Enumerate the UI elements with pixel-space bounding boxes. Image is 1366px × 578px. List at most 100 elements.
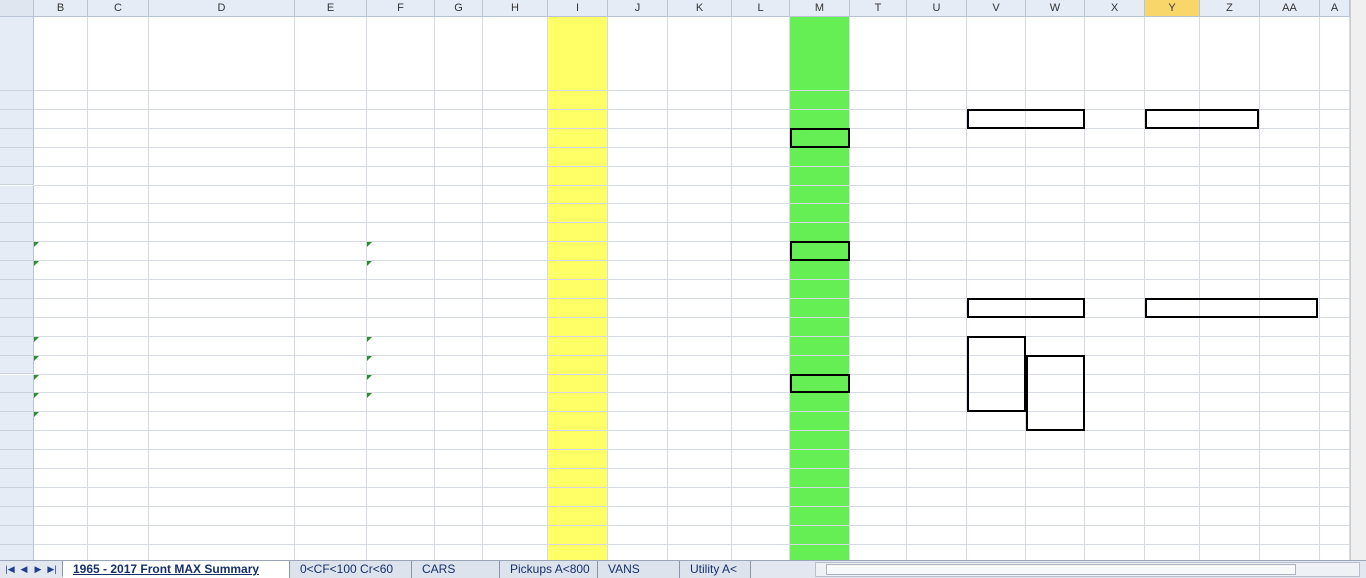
cell-h-3073[interactable]	[483, 129, 545, 148]
column-header-z[interactable]: Z	[1200, 0, 1260, 17]
cell-m-3094[interactable]	[790, 526, 847, 545]
cell-w-3076[interactable]	[1026, 186, 1082, 205]
column-header-w[interactable]: W	[1026, 0, 1085, 17]
cell-i-3088[interactable]	[548, 412, 605, 431]
cell-f-3080[interactable]	[367, 261, 432, 280]
cell-b-3084[interactable]	[34, 337, 68, 356]
cell-k-3094[interactable]	[668, 526, 729, 545]
cell-j-3087[interactable]	[608, 393, 665, 412]
cell-w-3079[interactable]	[1026, 242, 1082, 261]
cell-k-3072[interactable]	[668, 110, 729, 129]
cell-j-3093[interactable]	[608, 507, 665, 526]
cell-v-3088[interactable]	[967, 412, 1023, 431]
cell-f-3079[interactable]	[367, 242, 432, 261]
cell-l-3080[interactable]	[732, 261, 787, 280]
cell-g-3092[interactable]	[435, 488, 480, 507]
cell-g-3079[interactable]	[435, 242, 480, 261]
cell-l-3091[interactable]	[732, 469, 787, 488]
cell-m-3085[interactable]	[790, 356, 847, 375]
cell-b-3088[interactable]	[34, 412, 68, 431]
column-header-y[interactable]: Y	[1145, 0, 1200, 17]
cell-w-3080[interactable]	[1026, 261, 1082, 280]
row-header[interactable]	[0, 487, 34, 507]
cell-g-3084[interactable]	[435, 337, 480, 356]
column-header-m[interactable]: M	[790, 0, 850, 17]
cell-m-3087[interactable]	[790, 393, 847, 412]
cell-g-3090[interactable]	[435, 450, 480, 469]
cell-m-3088[interactable]	[790, 412, 847, 431]
row-header[interactable]	[0, 412, 34, 432]
cell-j-3085[interactable]	[608, 356, 665, 375]
row-header[interactable]	[0, 242, 34, 262]
row-header[interactable]	[0, 336, 34, 356]
sheet-tab[interactable]: Pickups A<800	[499, 561, 601, 578]
cell-h-3087[interactable]	[483, 393, 545, 412]
row-header[interactable]	[0, 147, 34, 167]
column-header-e[interactable]: E	[295, 0, 367, 17]
cell-m-3074[interactable]	[790, 148, 847, 167]
cell-u-3072[interactable]	[907, 110, 964, 129]
select-all-corner[interactable]	[0, 0, 34, 17]
cell-j-3090[interactable]	[608, 450, 665, 469]
cell-v-3079[interactable]	[967, 242, 1023, 261]
cell-w-3075[interactable]	[1026, 167, 1082, 186]
column-header-i[interactable]: I	[548, 0, 608, 17]
cell-h-3092[interactable]	[483, 488, 545, 507]
cell-l-3072[interactable]	[732, 110, 787, 129]
cell-i-3085[interactable]	[548, 356, 605, 375]
cell-i-3086[interactable]	[548, 375, 605, 394]
row-header[interactable]	[0, 431, 34, 451]
row-header[interactable]	[0, 525, 34, 545]
cell-j-3077[interactable]	[608, 204, 665, 223]
cell-h-3077[interactable]	[483, 204, 545, 223]
column-header-l[interactable]: L	[732, 0, 790, 17]
cell-j-3094[interactable]	[608, 526, 665, 545]
cell-g-3094[interactable]	[435, 526, 480, 545]
cell-u-3084[interactable]	[907, 337, 964, 356]
cell-k-3092[interactable]	[668, 488, 729, 507]
row-header[interactable]	[0, 128, 34, 148]
vertical-scrollbar[interactable]	[1350, 0, 1366, 560]
cell-k-3080[interactable]	[668, 261, 729, 280]
cell-g-3073[interactable]	[435, 129, 480, 148]
row-header[interactable]	[0, 374, 34, 394]
cell-w-3077[interactable]	[1026, 204, 1082, 223]
column-header-x[interactable]: X	[1085, 0, 1145, 17]
cell-j-3086[interactable]	[608, 375, 665, 394]
column-header-d[interactable]: D	[149, 0, 295, 17]
cell-u-3073[interactable]	[907, 129, 964, 148]
last-sheet-icon[interactable]: ▶|	[46, 562, 58, 577]
cell-l-3087[interactable]	[732, 393, 787, 412]
cell-v-3074[interactable]	[967, 148, 1023, 167]
column-header-g[interactable]: G	[435, 0, 483, 17]
cell-i-3075[interactable]	[548, 167, 605, 186]
cell-f-3077[interactable]	[367, 204, 432, 223]
cell-j-3079[interactable]	[608, 242, 665, 261]
cell-j-3076[interactable]	[608, 186, 665, 205]
cell-k-3085[interactable]	[668, 356, 729, 375]
cell-u-3075[interactable]	[907, 167, 964, 186]
cell-i-3087[interactable]	[548, 393, 605, 412]
cell-k-3087[interactable]	[668, 393, 729, 412]
column-header-f[interactable]: F	[367, 0, 435, 17]
cell-i-3077[interactable]	[548, 204, 605, 223]
cell-l-3076[interactable]	[732, 186, 787, 205]
horizontal-scroll-thumb[interactable]	[826, 564, 1296, 575]
cell-i-3084[interactable]	[548, 337, 605, 356]
cell-g-3085[interactable]	[435, 356, 480, 375]
cell-m-3075[interactable]	[790, 167, 847, 186]
row-header[interactable]	[0, 450, 34, 469]
horizontal-scrollbar[interactable]	[815, 562, 1360, 577]
cell-w-3073[interactable]	[1026, 129, 1082, 148]
cell-u-3087[interactable]	[907, 393, 964, 412]
cell-f-3075[interactable]	[367, 167, 432, 186]
cell-v-3077[interactable]	[967, 204, 1023, 223]
cell-m-3076[interactable]	[790, 186, 847, 205]
cell-h-3075[interactable]	[483, 167, 545, 186]
cell-v-3076[interactable]	[967, 186, 1023, 205]
cell-k-3075[interactable]	[668, 167, 729, 186]
cell-g-3077[interactable]	[435, 204, 480, 223]
cell-h-3079[interactable]	[483, 242, 545, 261]
cell-l-3084[interactable]	[732, 337, 787, 356]
next-sheet-icon[interactable]: ▶	[32, 562, 44, 577]
